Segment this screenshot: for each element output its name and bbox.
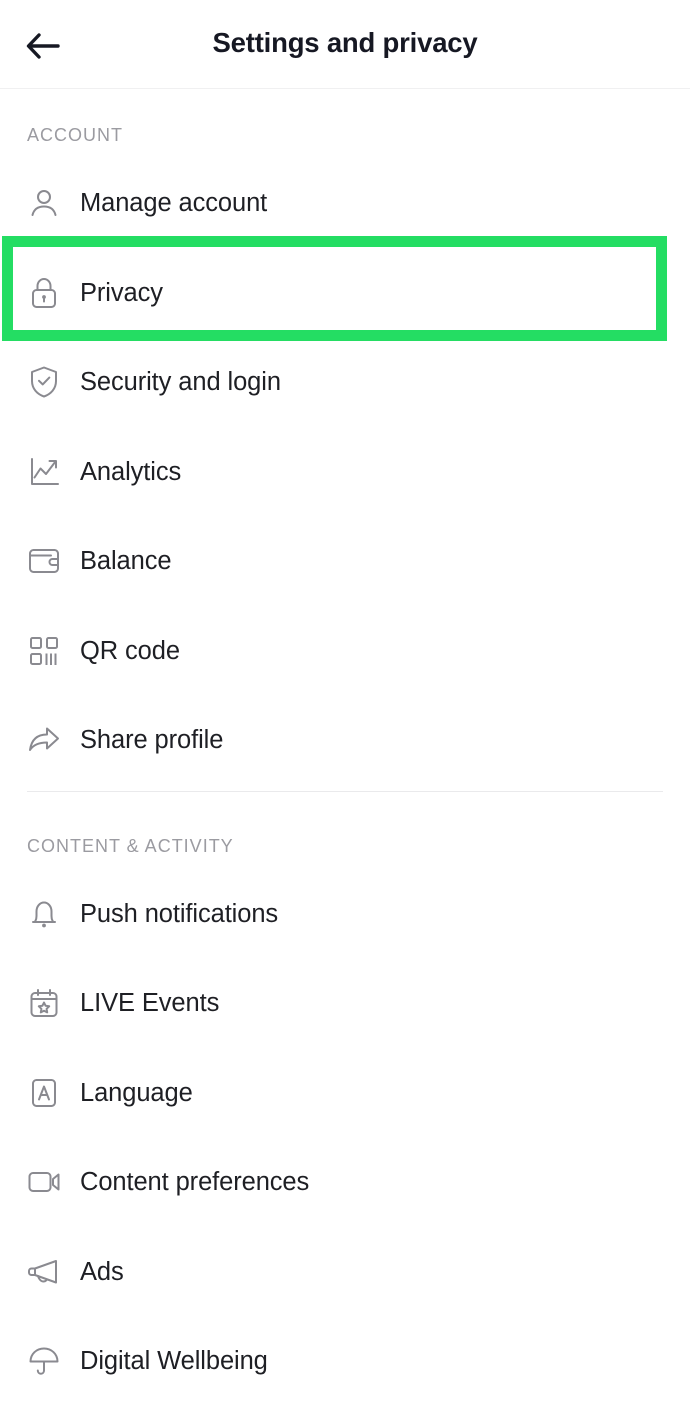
settings-row-label: Ads (80, 1257, 124, 1286)
settings-row-content-preferences[interactable]: Content preferences (0, 1151, 690, 1213)
megaphone-icon (26, 1254, 62, 1290)
settings-row-ads[interactable]: Ads (0, 1241, 690, 1303)
wallet-icon (26, 543, 62, 579)
settings-row-label: Push notifications (80, 899, 279, 928)
qr-code-icon (26, 633, 62, 669)
calendar-star-icon (26, 985, 62, 1021)
settings-row-label: QR code (80, 636, 180, 665)
lock-icon (26, 275, 62, 311)
section-header-content-activity: CONTENT & ACTIVITY (27, 836, 234, 856)
settings-row-share-profile[interactable]: Share profile (0, 709, 690, 771)
settings-row-label: Content preferences (80, 1167, 310, 1196)
settings-row-privacy[interactable]: Privacy (0, 262, 690, 324)
settings-row-manage-account[interactable]: Manage account (0, 172, 690, 234)
settings-row-label: Balance (80, 546, 172, 575)
umbrella-icon (26, 1343, 62, 1379)
settings-row-analytics[interactable]: Analytics (0, 441, 690, 503)
section-divider (27, 791, 663, 792)
section-header-account: ACCOUNT (27, 125, 123, 145)
video-camera-icon (26, 1164, 62, 1200)
settings-and-privacy-screen: Settings and privacy ACCOUNT Manage acco… (0, 0, 690, 1414)
settings-row-security-and-login[interactable]: Security and login (0, 351, 690, 413)
shield-check-icon (26, 364, 62, 400)
settings-row-label: Security and login (80, 367, 281, 396)
settings-row-label: Privacy (80, 278, 163, 307)
settings-row-label: Manage account (80, 188, 268, 217)
settings-row-label: Analytics (80, 457, 182, 486)
settings-row-digital-wellbeing[interactable]: Digital Wellbeing (0, 1330, 690, 1392)
letter-a-box-icon (26, 1075, 62, 1111)
settings-row-label: Share profile (80, 725, 224, 754)
line-chart-icon (26, 454, 62, 490)
settings-row-balance[interactable]: Balance (0, 530, 690, 592)
settings-row-qr-code[interactable]: QR code (0, 620, 690, 682)
share-arrow-icon (26, 722, 62, 758)
settings-row-label: Digital Wellbeing (80, 1346, 268, 1375)
settings-row-language[interactable]: Language (0, 1062, 690, 1124)
page-title: Settings and privacy (212, 27, 478, 58)
bell-icon (26, 896, 62, 932)
person-icon (26, 185, 62, 221)
settings-row-label: LIVE Events (80, 988, 220, 1017)
settings-row-push-notifications[interactable]: Push notifications (0, 883, 690, 945)
app-header: Settings and privacy (0, 0, 690, 89)
settings-row-live-events[interactable]: LIVE Events (0, 972, 690, 1034)
settings-row-label: Language (80, 1078, 193, 1107)
